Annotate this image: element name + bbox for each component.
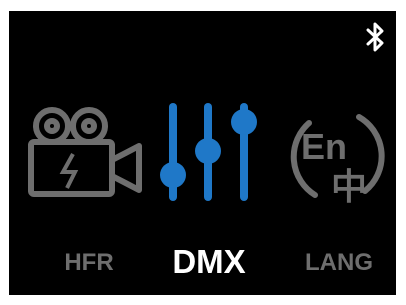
device-screen: HFR DMX En 中 LANG <box>9 11 396 295</box>
language-en-zh-icon: En 中 <box>290 114 385 208</box>
video-camera-flash-icon <box>28 107 142 197</box>
lang-icon-en: En <box>301 126 347 167</box>
sliders-icon <box>160 103 257 201</box>
mode-label-lang: LANG <box>305 249 373 276</box>
lang-icon-zh: 中 <box>331 167 367 208</box>
mode-label-hfr: HFR <box>64 249 114 276</box>
mode-label-dmx: DMX <box>172 243 246 280</box>
bluetooth-icon <box>366 22 384 52</box>
